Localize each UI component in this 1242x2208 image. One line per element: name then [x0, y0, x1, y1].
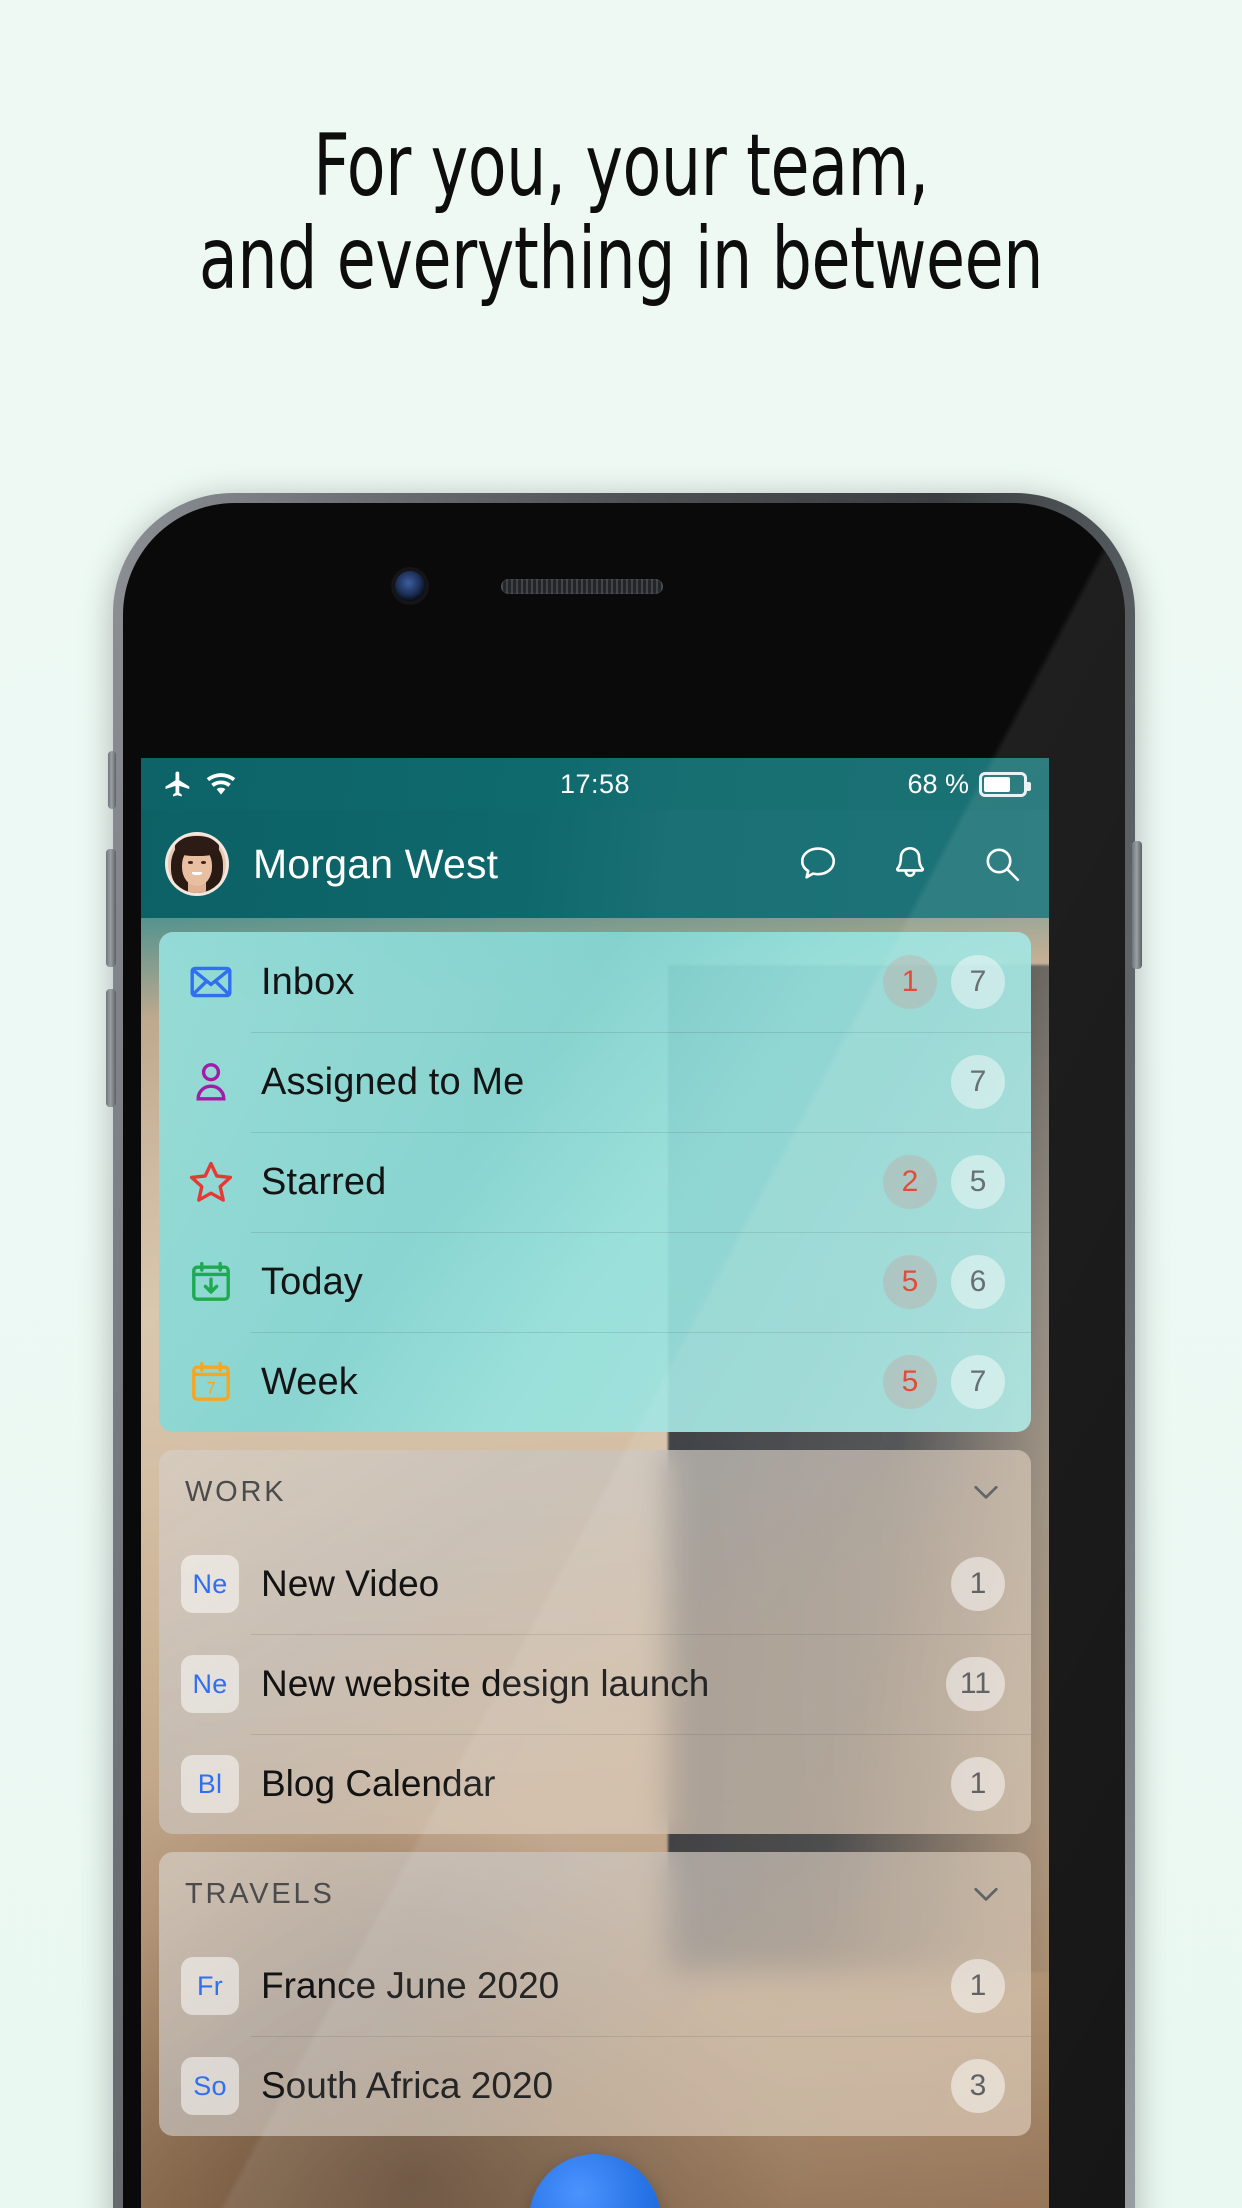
- envelope-icon: [183, 958, 239, 1006]
- project-row[interactable]: Bl Blog Calendar 1: [159, 1734, 1031, 1834]
- list-item-inbox[interactable]: Inbox 1 7: [159, 932, 1031, 1032]
- avatar[interactable]: [165, 832, 229, 896]
- phone-mockup: 17:58 68 % Morgan West Inbox 1 7 Assigne…: [106, 493, 1142, 2208]
- list-item-today[interactable]: Today 5 6: [159, 1232, 1031, 1332]
- badge-count: 7: [951, 1355, 1005, 1409]
- phone-screen: 17:58 68 % Morgan West Inbox 1 7 Assigne…: [141, 758, 1049, 2208]
- battery-icon: [979, 771, 1031, 797]
- bell-icon[interactable]: [889, 843, 931, 885]
- group-header[interactable]: WORK: [159, 1450, 1031, 1534]
- person-icon: [183, 1058, 239, 1106]
- headline-line-2: and everything in between: [198, 208, 1044, 309]
- badge-group: 2 5: [883, 1155, 1005, 1209]
- project-label: Blog Calendar: [261, 1763, 496, 1804]
- chat-icon[interactable]: [797, 843, 839, 885]
- project-count: 1: [951, 1959, 1005, 2013]
- project-row[interactable]: Ne New website design launch 11: [159, 1634, 1031, 1734]
- list-item-label: Starred: [261, 1160, 387, 1203]
- project-tile: Ne: [181, 1555, 239, 1613]
- badge-group: 5 7: [883, 1355, 1005, 1409]
- list-item-starred[interactable]: Starred 2 5: [159, 1132, 1031, 1232]
- status-bar: 17:58 68 %: [141, 758, 1049, 810]
- headline-line-1: For you, your team,: [313, 116, 929, 216]
- phone-sensor-row: [123, 567, 1125, 613]
- project-row[interactable]: Fr France June 2020 1: [159, 1936, 1031, 2036]
- list-item-label: Today: [261, 1260, 363, 1303]
- star-icon: [183, 1158, 239, 1206]
- earpiece-speaker: [501, 579, 663, 594]
- project-label: New website design launch: [261, 1663, 710, 1704]
- project-count: 1: [951, 1557, 1005, 1611]
- project-label: South Africa 2020: [261, 2065, 554, 2106]
- project-count: 3: [951, 2059, 1005, 2113]
- badge-count: 7: [951, 1055, 1005, 1109]
- today-icon: [183, 1258, 239, 1306]
- badge-overdue: 5: [883, 1255, 937, 1309]
- week-icon: 7: [183, 1358, 239, 1406]
- chevron-down-icon[interactable]: [967, 1875, 1005, 1913]
- status-bar-right: 68 %: [907, 768, 1031, 800]
- group-title: WORK: [185, 1475, 287, 1508]
- list-item-week[interactable]: 7 Week 5 7: [159, 1332, 1031, 1432]
- list-item-label: Week: [261, 1360, 358, 1403]
- project-label: New Video: [261, 1563, 440, 1604]
- badge-overdue: 1: [883, 955, 937, 1009]
- volume-up-button[interactable]: [106, 849, 116, 967]
- page-headline: For you, your team, and everything in be…: [112, 120, 1130, 306]
- project-group-work: WORK Ne New Video 1 Ne New website desig…: [159, 1450, 1031, 1834]
- smart-list-card: Inbox 1 7 Assigned to Me 7 Starred 2 5 T…: [159, 932, 1031, 1432]
- project-tile: Ne: [181, 1655, 239, 1713]
- project-row[interactable]: So South Africa 2020 3: [159, 2036, 1031, 2136]
- user-name: Morgan West: [253, 840, 499, 887]
- group-title: TRAVELS: [185, 1877, 335, 1910]
- power-button[interactable]: [1132, 841, 1142, 969]
- badge-count: 7: [951, 955, 1005, 1009]
- badge-group: 1 7: [883, 955, 1005, 1009]
- project-count: 11: [945, 1657, 1005, 1711]
- badge-count: 6: [951, 1255, 1005, 1309]
- mute-switch[interactable]: [108, 751, 116, 809]
- phone-body: 17:58 68 % Morgan West Inbox 1 7 Assigne…: [123, 503, 1125, 2208]
- badge-group: 5 6: [883, 1255, 1005, 1309]
- chevron-down-icon[interactable]: [967, 1473, 1005, 1511]
- svg-text:7: 7: [206, 1379, 215, 1398]
- badge-count: 5: [951, 1155, 1005, 1209]
- app-bar: Morgan West: [141, 810, 1049, 918]
- content-scroll[interactable]: Inbox 1 7 Assigned to Me 7 Starred 2 5 T…: [141, 918, 1049, 2208]
- app-bar-actions: [797, 843, 1023, 885]
- group-header[interactable]: TRAVELS: [159, 1852, 1031, 1936]
- project-row[interactable]: Ne New Video 1: [159, 1534, 1031, 1634]
- badge-overdue: 5: [883, 1355, 937, 1409]
- project-label: France June 2020: [261, 1965, 560, 2006]
- project-tile: Fr: [181, 1957, 239, 2015]
- project-tile: So: [181, 2057, 239, 2115]
- badge-overdue: 2: [883, 1155, 937, 1209]
- list-item-assigned-to-me[interactable]: Assigned to Me 7: [159, 1032, 1031, 1132]
- list-item-label: Inbox: [261, 960, 355, 1003]
- badge-group: 7: [951, 1055, 1005, 1109]
- list-item-label: Assigned to Me: [261, 1060, 525, 1103]
- battery-percent-label: 68 %: [907, 768, 969, 799]
- search-icon[interactable]: [981, 843, 1023, 885]
- project-count: 1: [951, 1757, 1005, 1811]
- front-camera-icon: [395, 571, 425, 601]
- project-group-travels: TRAVELS Fr France June 2020 1 So South A…: [159, 1852, 1031, 2136]
- project-tile: Bl: [181, 1755, 239, 1813]
- volume-down-button[interactable]: [106, 989, 116, 1107]
